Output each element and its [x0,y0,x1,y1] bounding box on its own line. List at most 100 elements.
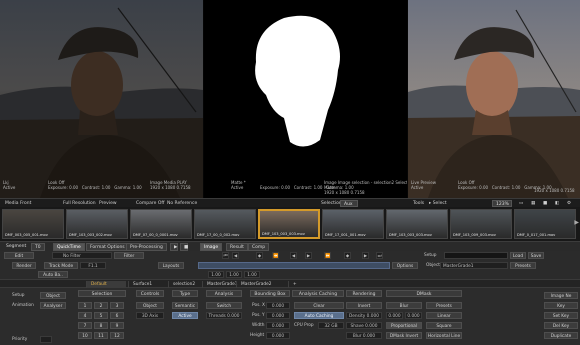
priority-field[interactable] [40,336,52,343]
clip-thumbnail[interactable]: DMF_07_00_0_0001.mov [130,209,192,239]
bbox-pos-y-field[interactable]: 0.000 [266,312,290,319]
skip-end-icon[interactable]: ⏭ [376,252,383,259]
play-forward-icon[interactable]: ▶ [305,252,312,259]
tab-quicktime[interactable]: QuickTime [53,243,85,251]
tab-default[interactable]: Default [86,281,126,288]
media-front-menu[interactable]: Media Front [2,200,34,207]
blur-field[interactable]: Blur 0.000 [346,332,382,339]
step-forward-icon[interactable]: ▶ [362,252,369,259]
rewind-icon[interactable]: ⏪ [272,252,279,259]
tab-selection2[interactable]: selection2 [168,281,202,288]
stop-icon[interactable]: ■ [180,243,188,251]
prev-key-icon[interactable]: ◆ [256,252,263,259]
select-tool[interactable]: ▸ Select [426,200,450,207]
controls-object-dropdown[interactable]: Object [136,302,164,309]
options-dropdown[interactable]: Options [392,262,418,269]
selection-slot-button[interactable]: 8 [94,322,108,329]
clip-thumbnail[interactable]: DMF_103_003_002.mov [66,209,128,239]
filter-field[interactable]: No Filter [52,252,112,259]
reference-menu[interactable]: No Reference [164,200,200,207]
color-swatch-icon[interactable]: ■ [540,200,550,207]
cache-clear-button[interactable]: Clear [294,302,344,309]
tab-surface1[interactable]: Surface1 [128,281,168,288]
object-field[interactable]: MasterGrade1 [440,262,508,269]
selection-slot-button[interactable]: 11 [94,332,108,339]
selection-slot-button[interactable]: 4 [78,312,92,319]
duplicate-button[interactable]: Duplicate [544,332,578,339]
density-field[interactable]: Density 0.000 [346,312,382,319]
proportional-toggle[interactable]: Proportional [386,322,422,329]
clip-thumbnail[interactable]: DMF_17_00_0_002.mov [194,209,256,239]
set-key-button[interactable]: Set Key [544,312,578,319]
dmask-horizontal-line-button[interactable]: Horizontal Line [426,332,462,339]
preview-menu[interactable]: Preview [96,200,120,207]
clip-thumbnail[interactable]: DMF_003_005_001.mov [2,209,64,239]
analysis-threads-field[interactable]: Threads 0.000 [206,312,242,319]
selection-slot-button[interactable]: 5 [94,312,108,319]
selection-dropdown[interactable]: Aux [340,200,358,207]
grid-icon[interactable]: ▦ [528,200,538,207]
image-button[interactable]: Image Ne [544,292,578,299]
settings-icon[interactable]: ⚙ [564,200,574,207]
auto-balance-button[interactable]: Auto Ba.. [38,271,68,278]
dmask-presets-button[interactable]: Presets [426,302,462,309]
full-resolution-menu[interactable]: Full Resolution [60,200,99,207]
skip-start-icon[interactable]: ⏮ [222,252,229,259]
viewer-result[interactable]: Live Preview Active Look Off Exposure: 0… [408,0,580,198]
dmask-invert-button[interactable]: DMask Invert [386,332,422,339]
key-button[interactable]: Key [544,302,578,309]
dmask-square-button[interactable]: Square [426,322,462,329]
next-key-icon[interactable]: ◆ [344,252,351,259]
viewer-matte[interactable]: Matte * Active Exposure: 0.00 Contrast: … [204,0,407,198]
clip-thumbnail[interactable]: DMF_103_009_003.mov [450,209,512,239]
layouts-dropdown[interactable]: Layouts [158,262,184,269]
tab-format-options[interactable]: Format Options [86,243,129,251]
tab-pre-processing[interactable]: Pre-Processing [126,243,167,251]
value-field-1[interactable]: 1.00 [208,271,224,278]
auto-caching-toggle[interactable]: Auto Caching [294,312,344,319]
selection-slot-button[interactable]: 9 [110,322,124,329]
bbox-height-field[interactable]: 0.000 [266,332,290,339]
shave-field[interactable]: Shave 0.000 [346,322,382,329]
selection-slot-button[interactable]: 10 [78,332,92,339]
clip-thumbnail[interactable]: DMF_103_003_003.mov [258,209,320,239]
analyser-dropdown[interactable]: Analyser [40,302,66,309]
presets-dropdown[interactable]: Presets [510,262,536,269]
type-active-button[interactable]: Active [172,312,198,319]
fast-forward-icon[interactable]: ⏩ [324,252,331,259]
tab-result[interactable]: Result [226,243,248,251]
segment-dropdown[interactable]: T0 [31,243,45,251]
filter-button[interactable]: Filter [114,252,144,259]
controls-3d-axis[interactable]: 3D Axis [136,312,164,319]
compare-menu[interactable]: Compare Off [133,200,168,207]
tab-mastergrade2[interactable]: MasterGrade2 [236,281,272,288]
viewer-source[interactable]: Lkj Active Look Off Exposure: 0.00 Contr… [0,0,203,198]
analysis-switch-button[interactable]: Switch [206,302,242,309]
timeline-slider[interactable] [198,262,390,269]
selection-slot-button[interactable]: 7 [78,322,92,329]
type-semantic-button[interactable]: Semantic [172,302,198,309]
dmask-linear-button[interactable]: Linear [426,312,462,319]
selection-slot-button[interactable]: 12 [110,332,124,339]
step-back-icon[interactable]: ◀ [232,252,239,259]
clip-thumbnail[interactable]: DMF_17_001_001.mov [322,209,384,239]
setup-field[interactable] [444,252,508,259]
track-mode-button[interactable]: Track Mode [44,262,78,269]
value-field-2[interactable]: 1.00 [226,271,242,278]
render-invert-button[interactable]: Invert [346,302,382,309]
dmask-blur-button[interactable]: Blur [386,302,422,309]
play-icon[interactable]: ▶ [170,243,178,251]
cpu-prop-field[interactable]: 32 GB [318,322,344,329]
tab-comp[interactable]: Comp [248,243,270,251]
zoom-dropdown[interactable]: 123% [492,200,512,207]
selection-slot-button[interactable]: 1 [78,302,92,309]
split-icon[interactable]: ◧ [552,200,562,207]
clip-thumbnail[interactable]: DMF_0_017_001.mov [514,209,576,239]
delete-key-button[interactable]: Del Key [544,322,578,329]
dmask-field-b[interactable]: 0.000 [405,312,422,319]
dmask-field-a[interactable]: 0.000 [386,312,403,319]
tab-mastergrade1[interactable]: MasterGrade1 [202,281,238,288]
bbox-pos-x-field[interactable]: 0.000 [266,302,290,309]
load-button[interactable]: Load [510,252,526,259]
reverse-play-icon[interactable]: ◀ [290,252,297,259]
